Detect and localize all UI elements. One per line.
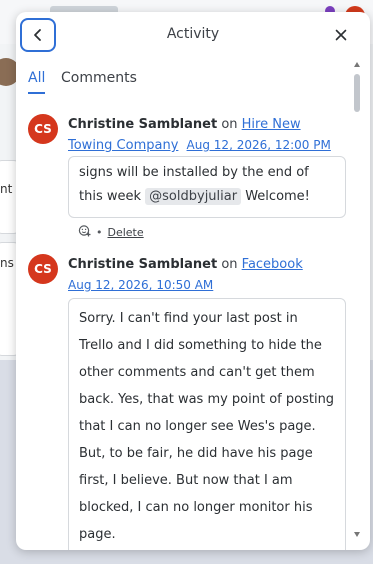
background-text: ns (0, 256, 14, 270)
tab-comments[interactable]: Comments (61, 70, 137, 92)
activity-tabs: All Comments (16, 70, 356, 100)
close-button[interactable] (328, 24, 354, 46)
comment-text: Welcome! (245, 189, 310, 204)
popover-title: Activity (166, 26, 220, 42)
comment-fade (69, 539, 345, 550)
mention[interactable]: @soldbyjuliar (145, 188, 242, 205)
on-label: on (221, 257, 238, 272)
timestamp-link[interactable]: Aug 12, 2026, 12:00 PM (187, 138, 331, 152)
close-icon (335, 29, 347, 41)
avatar[interactable]: CS (28, 254, 58, 284)
activity-meta: Christine Samblanet on Facebook Aug 12, … (68, 254, 348, 296)
comment-text: Sorry. I can't find your last post in Tr… (79, 311, 335, 542)
author-name: Christine Samblanet (68, 117, 218, 132)
avatar[interactable]: CS (28, 114, 58, 144)
scrollbar[interactable] (352, 60, 362, 550)
tab-all[interactable]: All (28, 70, 46, 94)
activity-item: CS Christine Samblanet on Hire New Towin… (28, 114, 348, 240)
activity-item: CS Christine Samblanet on Facebook Aug 1… (28, 254, 348, 550)
scroll-down-arrow-icon[interactable] (354, 532, 360, 537)
delete-comment-link[interactable]: Delete (108, 226, 144, 239)
add-reaction-icon (78, 225, 91, 237)
activity-popover: Activity All Comments CS Christine Sambl… (16, 12, 370, 550)
activity-meta: Christine Samblanet on Hire New Towing C… (68, 114, 348, 156)
action-separator: • (96, 225, 103, 239)
comment-body: Sorry. I can't find your last post in Tr… (68, 298, 346, 550)
add-reaction-button[interactable] (78, 224, 91, 240)
background-text: nt (0, 182, 13, 196)
card-link[interactable]: Facebook (242, 257, 303, 272)
scroll-thumb[interactable] (354, 74, 360, 112)
comment-actions: • Delete (78, 224, 144, 240)
popover-header: Activity (16, 12, 370, 58)
comment-body: signs will be installed by the end of th… (68, 156, 346, 218)
on-label: on (221, 117, 238, 132)
timestamp-link[interactable]: Aug 12, 2026, 10:50 AM (68, 278, 213, 292)
scroll-up-arrow-icon[interactable] (354, 62, 360, 67)
author-name: Christine Samblanet (68, 257, 218, 272)
